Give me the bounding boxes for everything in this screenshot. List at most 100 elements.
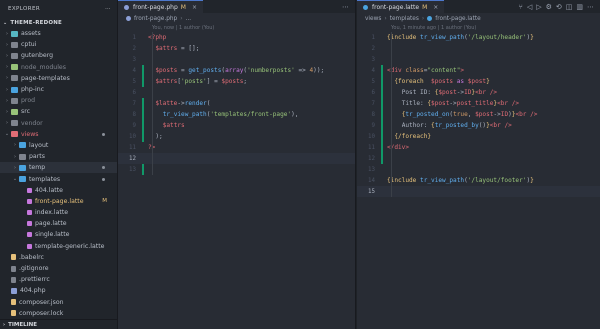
line-number[interactable]: 7	[118, 101, 140, 107]
code-line[interactable]: 9 Author: {tr_posted_by()}<br />	[357, 120, 600, 131]
git-added-marker[interactable]	[379, 76, 387, 87]
line-number[interactable]: 9	[357, 123, 379, 129]
file-item[interactable]: .prettierrc	[0, 274, 117, 285]
breadcrumb-file[interactable]: front-page.php	[134, 16, 177, 22]
code-editor[interactable]: You, 1 minute ago | 1 author (You) 1 {inc…	[357, 24, 600, 197]
line-number[interactable]: 14	[357, 178, 379, 184]
folder-item[interactable]: › cptui	[0, 39, 117, 50]
line-number[interactable]: 5	[118, 79, 140, 85]
line-number[interactable]: 3	[118, 57, 140, 63]
file-item[interactable]: 404.latte	[0, 185, 117, 196]
line-number[interactable]: 13	[118, 167, 140, 173]
code-line[interactable]: 10 );	[118, 131, 355, 142]
line-number[interactable]: 8	[357, 112, 379, 118]
folder-item[interactable]: › node_modules	[0, 62, 117, 73]
line-number[interactable]: 4	[118, 68, 140, 74]
line-number[interactable]: 10	[357, 134, 379, 140]
folder-item[interactable]: › src	[0, 106, 117, 117]
git-added-marker[interactable]	[379, 109, 387, 120]
workspace-section[interactable]: ⌄ THEME-REDONE	[0, 18, 117, 28]
code-line[interactable]: 2	[357, 43, 600, 54]
breadcrumb-file[interactable]: front-page.latte	[435, 16, 480, 22]
code-line[interactable]: 8 {tr_posted_on(true, $post->ID)}<br />	[357, 109, 600, 120]
line-number[interactable]: 6	[357, 90, 379, 96]
line-number[interactable]: 13	[357, 167, 379, 173]
code-line[interactable]: 4 $posts = get_posts(array('numberposts'…	[118, 65, 355, 76]
line-number[interactable]: 1	[357, 35, 379, 41]
file-item[interactable]: .babelrc	[0, 252, 117, 263]
git-added-marker[interactable]	[140, 164, 148, 175]
timeline-section[interactable]: › TIMELINE	[0, 319, 117, 329]
git-added-marker[interactable]	[140, 76, 148, 87]
code-line[interactable]: 8 tr_view_path('templates/front-page'),	[118, 109, 355, 120]
git-added-marker[interactable]	[379, 142, 387, 153]
breadcrumb-views[interactable]: views	[365, 16, 381, 22]
line-number[interactable]: 9	[118, 123, 140, 129]
folder-item[interactable]: › layout	[0, 140, 117, 151]
layout-icon[interactable]: ▥	[576, 3, 583, 11]
code-line[interactable]: 1 <?php	[118, 32, 355, 43]
code-line[interactable]: 12	[118, 153, 355, 164]
file-item[interactable]: single.latte	[0, 229, 117, 240]
code-line[interactable]: 11?>	[118, 142, 355, 153]
file-item[interactable]: .gitignore	[0, 263, 117, 274]
folder-item[interactable]: › assets	[0, 28, 117, 39]
line-number[interactable]: 6	[118, 90, 140, 96]
more-icon[interactable]: ⋯	[587, 3, 594, 11]
code-line[interactable]: 4 <div class="content">	[357, 65, 600, 76]
folder-item[interactable]: ⌄ views	[0, 129, 117, 140]
folder-item[interactable]: › parts	[0, 151, 117, 162]
file-item[interactable]: page.latte	[0, 218, 117, 229]
folder-item[interactable]: › gutenberg	[0, 50, 117, 61]
code-line[interactable]: 13	[118, 164, 355, 175]
file-item[interactable]: template-generic.latte	[0, 241, 117, 252]
git-added-marker[interactable]	[140, 109, 148, 120]
folder-item[interactable]: › php-inc	[0, 84, 117, 95]
code-line[interactable]: 5 {foreach $posts as $post}	[357, 76, 600, 87]
git-added-marker[interactable]	[379, 120, 387, 131]
breadcrumb-templates[interactable]: templates	[390, 16, 419, 22]
go-back-icon[interactable]: ◁	[527, 3, 532, 11]
codelens-blame[interactable]: You, now | 1 author (You)	[118, 24, 355, 32]
line-number[interactable]: 8	[118, 112, 140, 118]
git-added-marker[interactable]	[140, 120, 148, 131]
git-added-marker[interactable]	[379, 153, 387, 164]
code-line[interactable]: 10 {/foreach}	[357, 131, 600, 142]
breadcrumb-symbol[interactable]: ...	[186, 16, 192, 22]
line-number[interactable]: 11	[357, 145, 379, 151]
line-number[interactable]: 15	[357, 189, 379, 195]
code-line[interactable]: 3	[357, 54, 600, 65]
ellipsis-icon[interactable]: ⋯	[105, 6, 111, 12]
line-number[interactable]: 4	[357, 68, 379, 74]
file-item[interactable]: front-page.latte M	[0, 196, 117, 207]
settings-icon[interactable]: ⚙	[546, 3, 552, 11]
code-editor[interactable]: You, now | 1 author (You) 1 <?php 2 $attrs…	[118, 24, 355, 175]
line-number[interactable]: 5	[357, 79, 379, 85]
git-added-marker[interactable]	[140, 98, 148, 109]
folder-item[interactable]: › temp	[0, 162, 117, 174]
go-forward-icon[interactable]: ▷	[536, 3, 541, 11]
close-icon[interactable]: ×	[192, 4, 197, 11]
line-number[interactable]: 3	[357, 57, 379, 63]
file-item[interactable]: index.latte	[0, 207, 117, 218]
line-number[interactable]: 7	[357, 101, 379, 107]
file-item[interactable]: 404.php	[0, 285, 117, 296]
sync-icon[interactable]: ⟲	[556, 3, 562, 11]
code-line[interactable]: 3	[118, 54, 355, 65]
code-line[interactable]: 2 $attrs = [];	[118, 43, 355, 54]
split-icon[interactable]: ◫	[566, 3, 573, 11]
folder-item[interactable]: › prod	[0, 95, 117, 106]
folder-item[interactable]: › vendor	[0, 118, 117, 129]
line-number[interactable]: 1	[118, 35, 140, 41]
line-number[interactable]: 12	[118, 156, 140, 162]
git-added-marker[interactable]	[379, 65, 387, 76]
code-line[interactable]: 12	[357, 153, 600, 164]
code-line[interactable]: 5 $attrs['posts'] = $posts;	[118, 76, 355, 87]
code-line[interactable]: 13	[357, 164, 600, 175]
codelens-blame[interactable]: You, 1 minute ago | 1 author (You)	[357, 24, 600, 32]
git-added-marker[interactable]	[379, 87, 387, 98]
code-line[interactable]: 6	[118, 87, 355, 98]
code-line[interactable]: 11 </div>	[357, 142, 600, 153]
more-actions-icon[interactable]: ⋯	[342, 3, 349, 11]
file-item[interactable]: composer.lock	[0, 308, 117, 319]
